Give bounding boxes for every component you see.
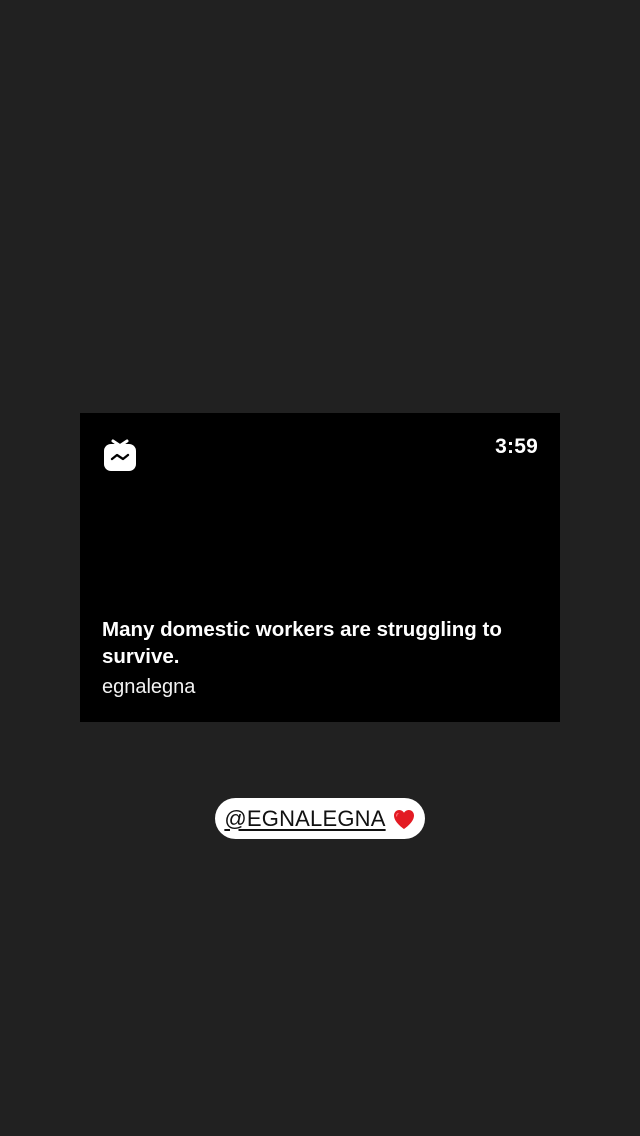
mention-username[interactable]: @EGNALEGNA — [224, 806, 385, 832]
video-username[interactable]: egnalegna — [102, 675, 195, 699]
mention-sticker[interactable]: @EGNALEGNA — [215, 798, 425, 839]
igtv-logo-icon — [104, 439, 136, 471]
red-heart-icon — [393, 809, 414, 829]
video-caption: Many domestic workers are struggling to … — [102, 618, 502, 668]
video-duration: 3:59 — [495, 435, 538, 458]
igtv-preview-card[interactable]: 3:59 Many domestic workers are strugglin… — [80, 413, 560, 722]
